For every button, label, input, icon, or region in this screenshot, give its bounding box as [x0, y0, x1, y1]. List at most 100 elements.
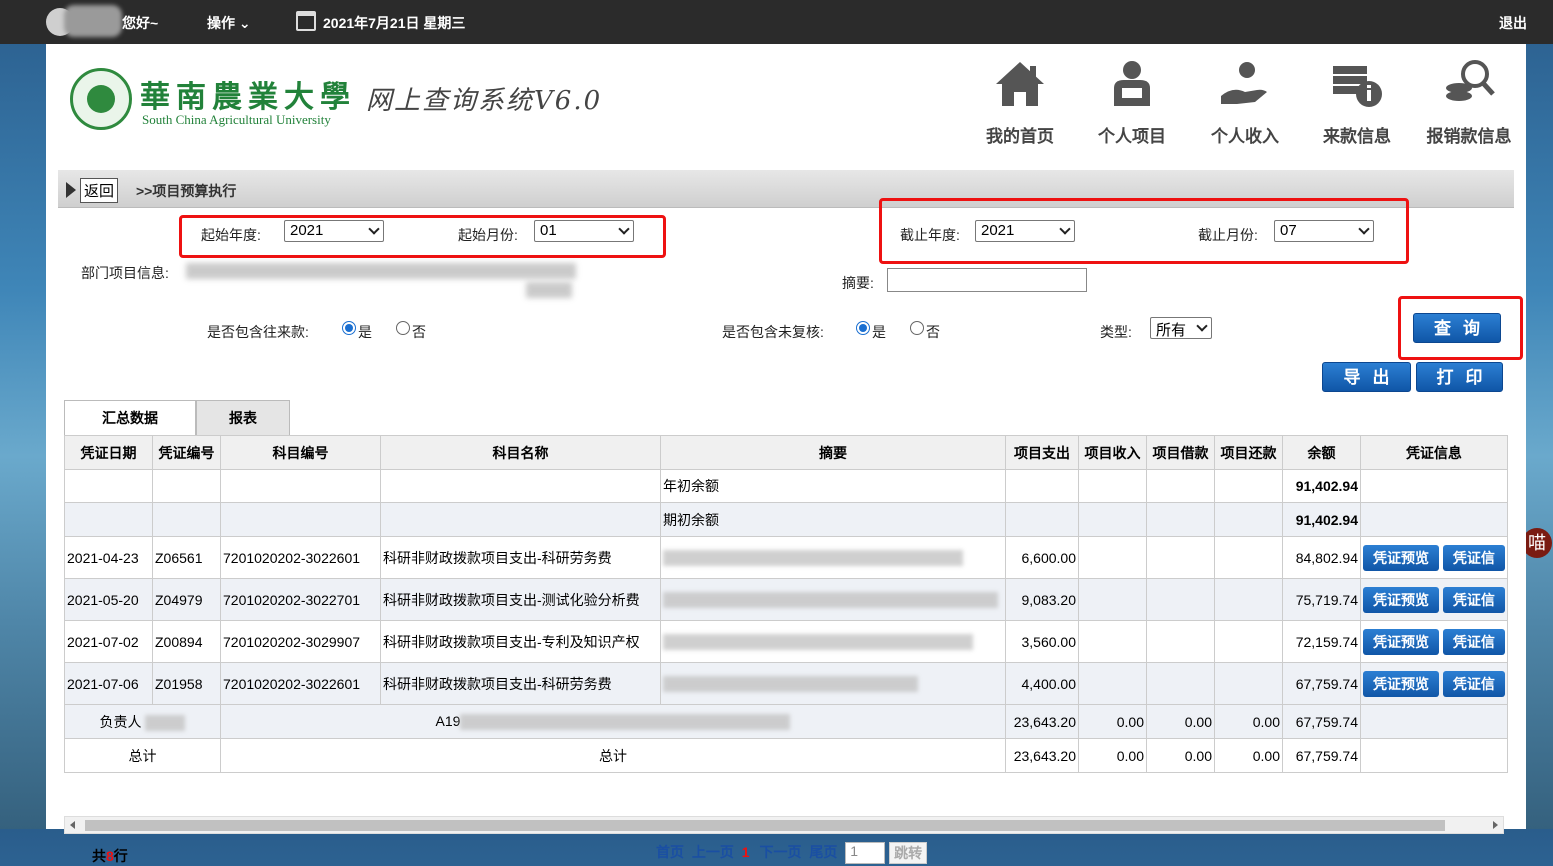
total-loan: 0.00 — [1146, 738, 1215, 773]
col-header[interactable]: 余额 — [1282, 435, 1361, 470]
start-year-select[interactable]: 2021 — [284, 220, 384, 242]
type-select[interactable]: 所有 — [1150, 317, 1212, 339]
blurred-summary — [663, 676, 918, 693]
end-month-label: 截止月份: — [1198, 227, 1258, 243]
voucher-info-button[interactable]: 凭证信 — [1442, 544, 1505, 571]
logout-link[interactable]: 退出 — [1499, 13, 1527, 33]
col-header[interactable]: 凭证编号 — [152, 435, 221, 470]
voucher-info-button[interactable]: 凭证信 — [1442, 670, 1505, 697]
col-header[interactable]: 科目名称 — [380, 435, 661, 470]
responsible-project-cell: A19 — [220, 704, 1006, 739]
scroll-left-icon[interactable] — [70, 821, 75, 829]
current-page: 1 — [741, 844, 750, 860]
end-year-select[interactable]: 2021 — [975, 220, 1075, 242]
include-transfer-yes-radio[interactable] — [342, 321, 356, 335]
col-header[interactable]: 凭证信息 — [1360, 435, 1508, 470]
total-label-center: 总计 — [220, 738, 1006, 773]
tab-summary[interactable]: 汇总数据 — [64, 400, 196, 436]
summary-cell — [660, 662, 1006, 705]
voucher-preview-button[interactable]: 凭证预览 — [1363, 586, 1439, 613]
voucher-info-button[interactable]: 凭证信 — [1442, 586, 1505, 613]
nav-personal-income[interactable]: 个人收入 — [1195, 56, 1295, 147]
summary-cell — [660, 578, 1006, 621]
jump-button[interactable]: 跳转 — [889, 842, 928, 865]
blurred-dept-info — [186, 263, 576, 279]
subject-name: 科研非财政拨款项目支出-专利及知识产权 — [380, 620, 661, 663]
include-unreviewed-no-radio[interactable] — [910, 321, 924, 335]
scroll-thumb[interactable] — [85, 820, 1445, 831]
voucher-date: 2021-04-23 — [64, 536, 153, 579]
voucher-preview-button[interactable]: 凭证预览 — [1363, 670, 1439, 697]
balance-cell: 67,759.74 — [1282, 662, 1361, 705]
nav-personal-project[interactable]: 个人项目 — [1082, 56, 1182, 147]
nav-reimbursement-info[interactable]: 报销款信息 — [1419, 56, 1519, 147]
opening-year-label: 年初余额 — [660, 469, 1006, 503]
include-unreviewed-yes-radio[interactable] — [856, 321, 870, 335]
total-label-left: 总计 — [64, 738, 221, 773]
col-header[interactable]: 项目借款 — [1146, 435, 1215, 470]
voucher-number: Z01958 — [152, 662, 221, 705]
col-header[interactable]: 摘要 — [660, 435, 1006, 470]
home-icon — [996, 62, 1044, 106]
expense-cell: 4,400.00 — [1005, 662, 1079, 705]
page-number-input[interactable]: 1 — [845, 842, 886, 865]
pagination: 首页 上一页 1 下一页 尾页 1 跳转 — [656, 842, 928, 865]
voucher-actions: 凭证预览 凭证信 — [1360, 536, 1508, 579]
balance-cell: 72,159.74 — [1282, 620, 1361, 663]
row-count-value: 8 — [106, 848, 114, 864]
table-row: 2021-04-23 Z06561 7201020202-3022601 科研非… — [64, 536, 1508, 579]
row-count: 共8行 — [92, 846, 128, 866]
summary-cell — [660, 536, 1006, 579]
end-month-select[interactable]: 07 — [1274, 220, 1374, 242]
blurred-summary — [663, 634, 973, 651]
last-page-link[interactable]: 尾页 — [809, 844, 837, 860]
first-page-link[interactable]: 首页 — [656, 844, 684, 860]
subject-code: 7201020202-3029907 — [220, 620, 381, 663]
nav-payment-info[interactable]: 来款信息 — [1307, 56, 1407, 147]
summary-cell — [660, 620, 1006, 663]
col-header[interactable]: 项目还款 — [1214, 435, 1283, 470]
sum-loan: 0.00 — [1146, 704, 1215, 739]
voucher-number: Z04979 — [152, 578, 221, 621]
table-row: 2021-07-06 Z01958 7201020202-3022601 科研非… — [64, 662, 1508, 705]
blurred-project-code — [460, 714, 791, 731]
start-month-select[interactable]: 01 — [534, 220, 634, 242]
blurred-username — [64, 5, 122, 37]
include-transfer-no-radio[interactable] — [396, 321, 410, 335]
query-button[interactable]: 查询 — [1413, 313, 1501, 343]
start-year-value: 2021 — [290, 222, 324, 239]
col-header[interactable]: 凭证日期 — [64, 435, 153, 470]
col-header[interactable]: 科目编号 — [220, 435, 381, 470]
balance-cell: 75,719.74 — [1282, 578, 1361, 621]
print-button[interactable]: 打印 — [1416, 362, 1503, 392]
summary-input[interactable] — [887, 268, 1087, 292]
scroll-right-icon[interactable] — [1493, 821, 1498, 829]
voucher-preview-button[interactable]: 凭证预览 — [1363, 544, 1439, 571]
nav-home[interactable]: 我的首页 — [970, 56, 1070, 147]
breadcrumb-arrow-icon — [66, 182, 76, 198]
voucher-info-button[interactable]: 凭证信 — [1442, 628, 1505, 655]
responsible-cell: 负责人 — [64, 704, 221, 739]
side-badge[interactable]: 喵 — [1522, 528, 1552, 558]
back-button[interactable]: 返回 — [80, 178, 119, 203]
chevron-down-icon — [1196, 320, 1208, 332]
include-unreviewed-yes-label: 是 — [872, 324, 886, 340]
current-date: 2021年7月21日 星期三 — [323, 15, 466, 31]
prev-page-link[interactable]: 上一页 — [692, 844, 734, 860]
voucher-preview-button[interactable]: 凭证预览 — [1363, 628, 1439, 655]
chevron-down-icon — [1358, 223, 1370, 235]
end-year-value: 2021 — [981, 222, 1015, 239]
tab-report[interactable]: 报表 — [196, 400, 290, 436]
horizontal-scrollbar[interactable] — [64, 816, 1504, 834]
col-header[interactable]: 项目收入 — [1078, 435, 1147, 470]
opening-period-balance: 91,402.94 — [1282, 502, 1361, 537]
blurred-summary — [663, 550, 963, 567]
operations-menu[interactable]: 操作 ⌄ — [207, 13, 251, 33]
voucher-number: Z00894 — [152, 620, 221, 663]
export-button[interactable]: 导出 — [1322, 362, 1411, 392]
chevron-down-icon — [1059, 223, 1071, 235]
next-page-link[interactable]: 下一页 — [759, 844, 801, 860]
university-name-en: South China Agricultural University — [142, 112, 331, 127]
col-header[interactable]: 项目支出 — [1005, 435, 1079, 470]
expense-cell: 3,560.00 — [1005, 620, 1079, 663]
